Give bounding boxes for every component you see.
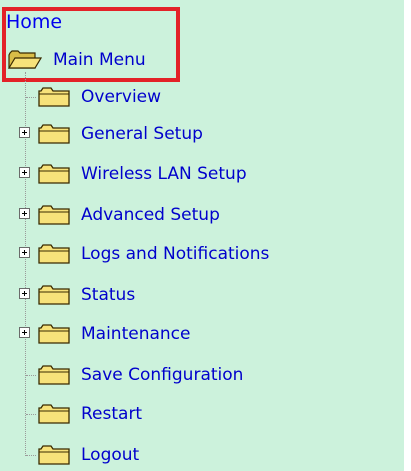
folder-icon: [38, 205, 70, 225]
tree-item-logout[interactable]: Logout: [0, 442, 400, 468]
tree-item-label: Logout: [81, 445, 140, 465]
plus-box-icon[interactable]: [19, 208, 30, 219]
tree-item-maintenance[interactable]: Maintenance: [0, 321, 400, 347]
folder-icon: [38, 324, 70, 344]
plus-box-icon[interactable]: [19, 127, 30, 138]
folder-icon: [38, 164, 70, 184]
plus-box-icon[interactable]: [19, 247, 30, 258]
tree-item-overview[interactable]: Overview: [0, 84, 400, 110]
plus-box-icon[interactable]: [19, 327, 30, 338]
tree-item-status[interactable]: Status: [0, 282, 400, 308]
tree-item-label: Logs and Notifications: [81, 244, 270, 264]
plus-box-icon[interactable]: [19, 288, 30, 299]
folder-icon: [38, 124, 70, 144]
tree-item-label: Save Configuration: [81, 365, 244, 385]
tree-item-label: Wireless LAN Setup: [81, 164, 247, 184]
tree-item-save-configuration[interactable]: Save Configuration: [0, 362, 400, 388]
plus-box-icon[interactable]: [19, 167, 30, 178]
tree-item-logs-and-notifications[interactable]: Logs and Notifications: [0, 241, 400, 267]
tree-connector: [26, 414, 36, 415]
home-link[interactable]: Home: [6, 11, 62, 33]
folder-icon: [38, 285, 70, 305]
tree-item-label: General Setup: [81, 124, 203, 144]
tree-item-general-setup[interactable]: General Setup: [0, 121, 400, 147]
folder-icon: [38, 365, 70, 385]
tree-connector: [26, 97, 36, 98]
folder-icon: [38, 244, 70, 264]
tree-item-label: Advanced Setup: [81, 205, 220, 225]
tree-item-label: Restart: [81, 404, 143, 424]
tree-item-advanced-setup[interactable]: Advanced Setup: [0, 202, 400, 228]
tree-item-label: Maintenance: [81, 324, 191, 344]
tree-connector: [26, 455, 36, 456]
tree-item-wireless-lan-setup[interactable]: Wireless LAN Setup: [0, 161, 400, 187]
folder-open-icon: [8, 50, 42, 69]
tree-item-label: Status: [81, 285, 136, 305]
tree-item-restart[interactable]: Restart: [0, 401, 400, 427]
tree-item-label: Overview: [81, 87, 162, 107]
main-menu-label: Main Menu: [53, 50, 146, 70]
navigation-tree-panel: Home Main Menu Overview General Setup Wi: [0, 0, 404, 471]
folder-icon: [38, 445, 70, 465]
folder-icon: [38, 404, 70, 424]
tree-connector: [26, 375, 36, 376]
main-menu-node[interactable]: Main Menu: [8, 47, 146, 73]
folder-icon: [38, 87, 70, 107]
